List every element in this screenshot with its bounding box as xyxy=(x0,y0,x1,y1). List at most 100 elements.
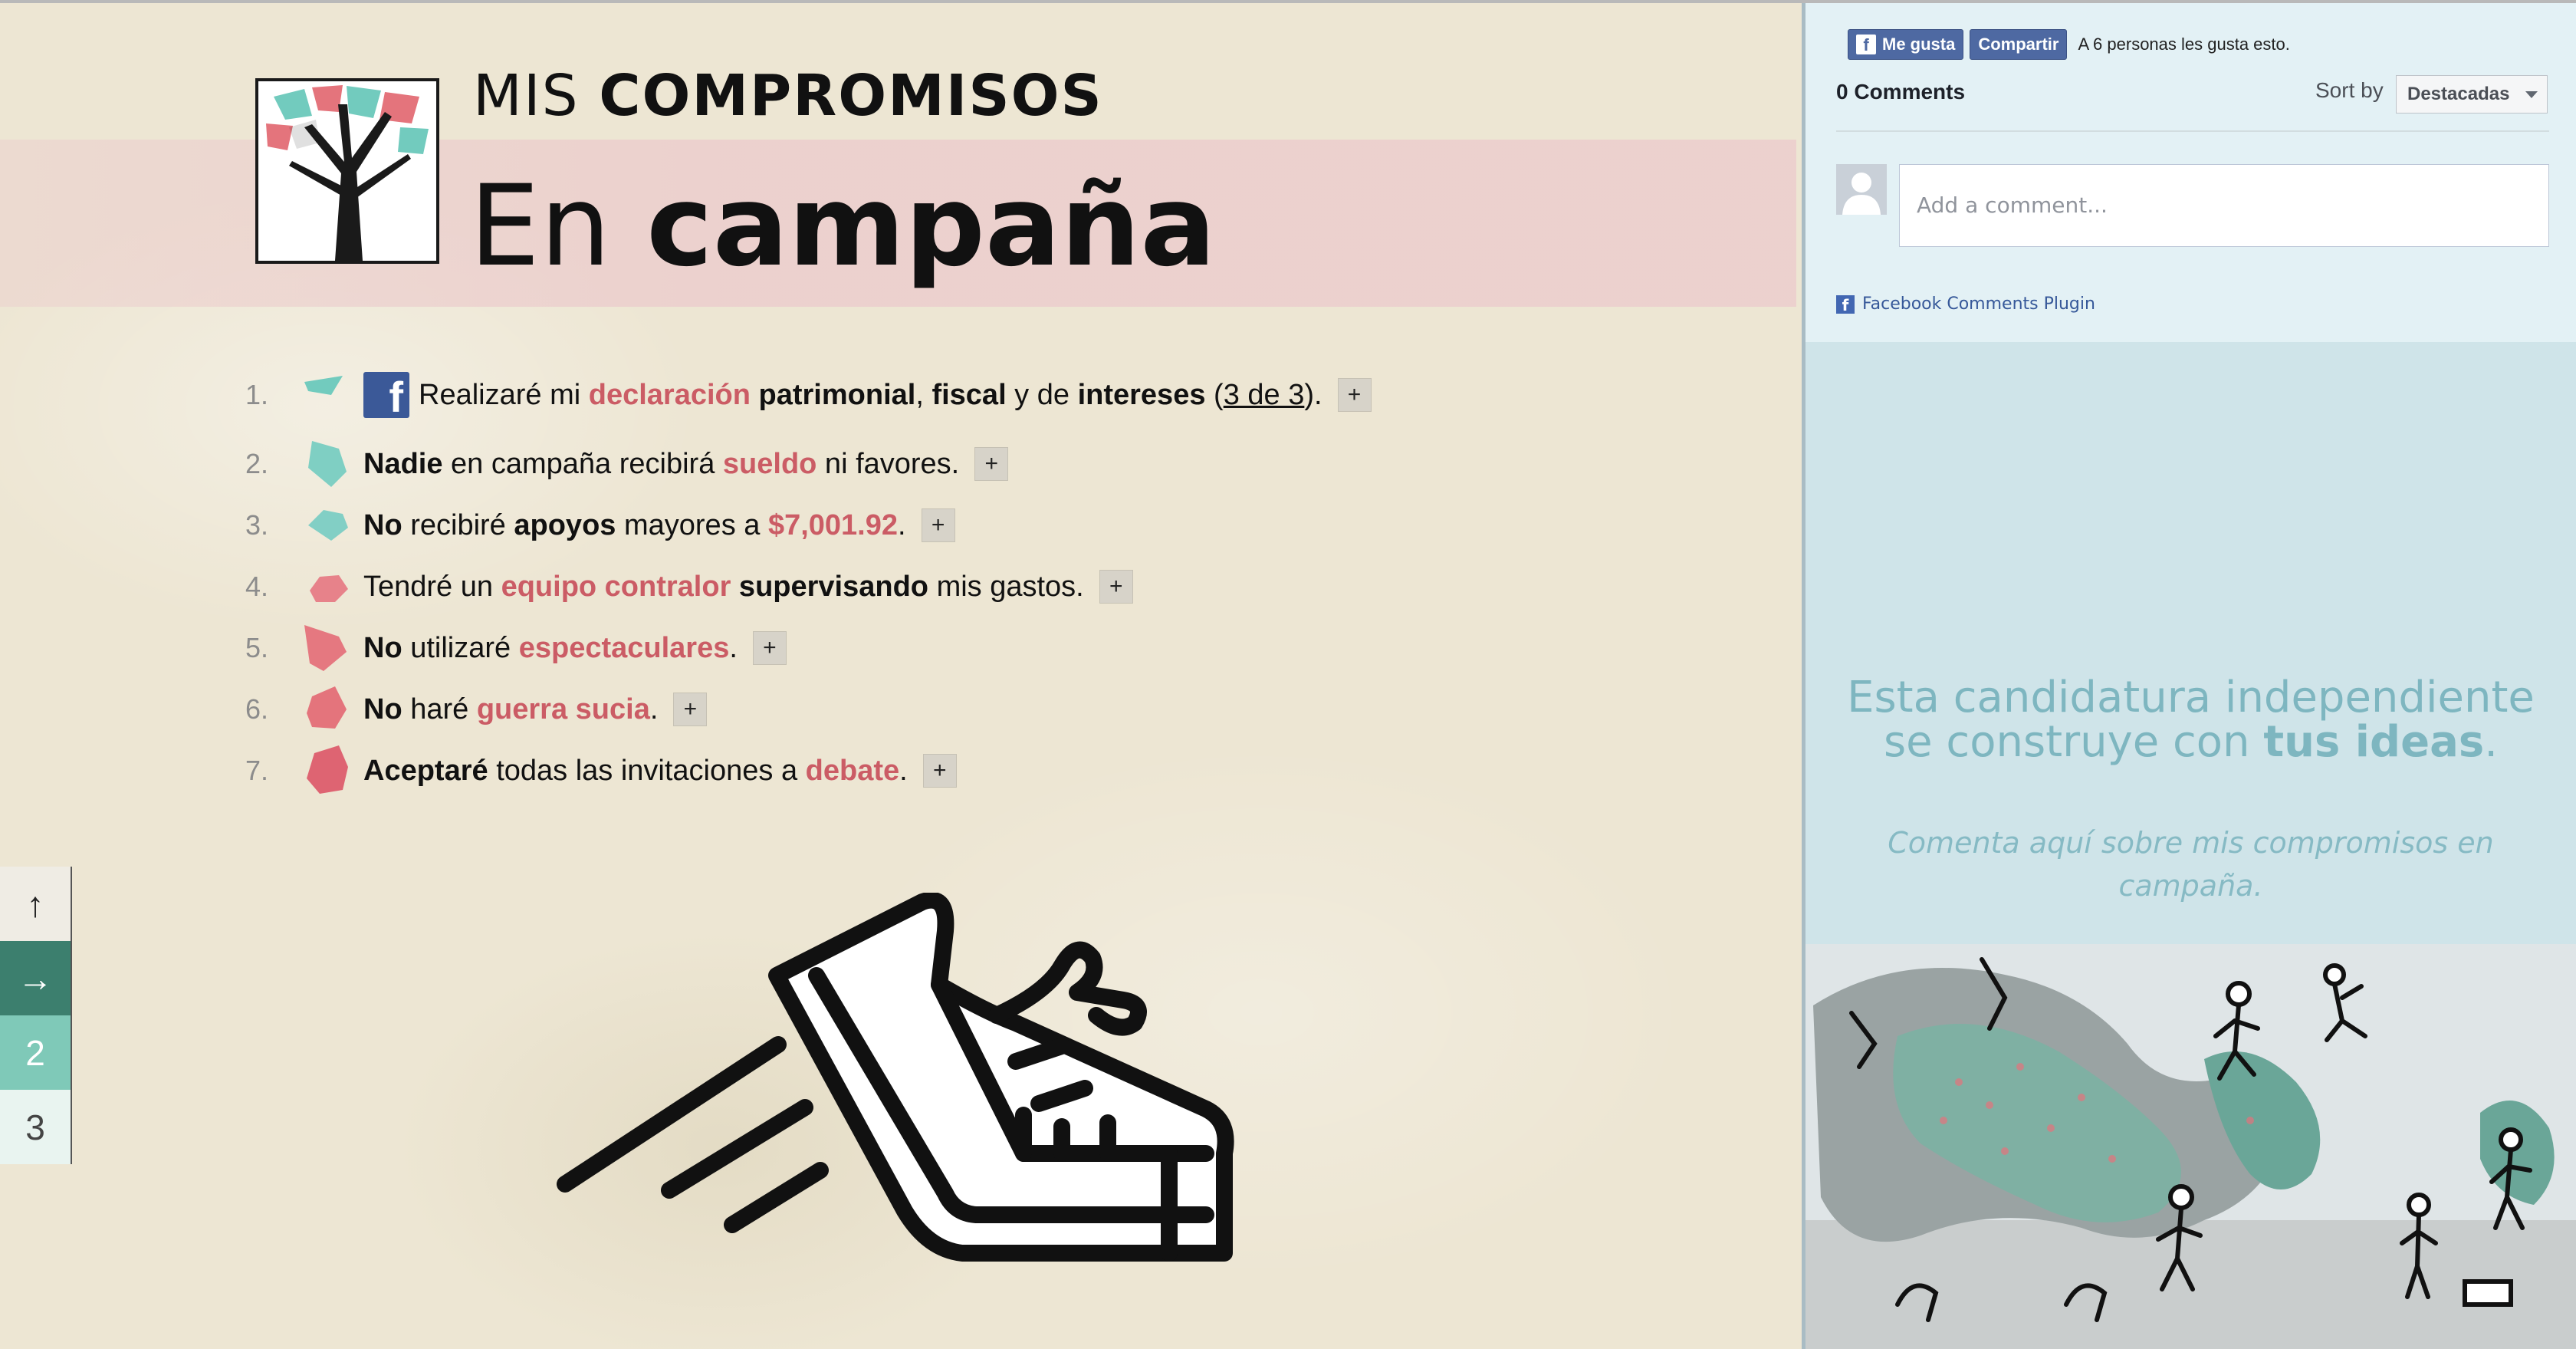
fb-like-button[interactable]: f Me gusta xyxy=(1848,29,1964,60)
commitment-text-part: ni favores. xyxy=(816,447,960,480)
commitment-text-part: Tendré un xyxy=(363,570,501,603)
avatar xyxy=(1836,164,1887,215)
commitment-text-part: ). xyxy=(1304,378,1322,411)
fb-plugin-label: Facebook Comments Plugin xyxy=(1862,294,2095,314)
promo-line-1: Esta candidatura independiente xyxy=(1847,673,2535,722)
commitment-text: Aceptaré todas las invitaciones a debate… xyxy=(363,755,908,788)
commitment-text: No recibiré apoyos mayores a $7,001.92. xyxy=(363,509,906,542)
nav-up-button[interactable]: ↑ xyxy=(0,867,72,941)
page-title: En campaña xyxy=(469,170,1216,282)
commitment-link[interactable]: 3 de 3 xyxy=(1224,379,1305,411)
expand-button[interactable]: + xyxy=(921,508,955,542)
commitment-text-part: fiscal xyxy=(932,378,1007,411)
commitment-text: Tendré un equipo contralor supervisando … xyxy=(363,571,1084,604)
polygon-bullet-icon xyxy=(301,621,354,675)
fb-share-label: Compartir xyxy=(1978,35,2059,54)
promo-line-2: se construye con tus ideas. xyxy=(1806,720,2576,765)
promo-panel: Esta candidatura independiente se constr… xyxy=(1806,342,2576,944)
expand-button[interactable]: + xyxy=(752,631,787,665)
side-nav: ↑ → 2 3 xyxy=(0,867,72,1164)
commitment-text-part: , xyxy=(915,378,932,411)
commitment-text-part: utilizaré xyxy=(402,631,519,664)
chevron-down-icon xyxy=(2525,91,2538,98)
commitment-item: 2. Nadie en campaña recibirá sueldo ni fa… xyxy=(222,437,1009,491)
eyebrow-bold: COMPROMISOS xyxy=(599,63,1103,129)
promo-title: Esta candidatura independiente se constr… xyxy=(1806,676,2576,765)
commitment-text-part: espectaculares xyxy=(518,631,730,664)
facebook-icon[interactable]: f xyxy=(363,372,409,418)
expand-button[interactable]: + xyxy=(974,447,1009,481)
commitment-text: No haré guerra sucia. xyxy=(363,693,658,726)
commitment-text: No utilizaré espectaculares. xyxy=(363,632,738,665)
fb-sort-label: Sort by xyxy=(2315,78,2384,102)
commitment-text-part: ( xyxy=(1205,378,1224,411)
right-panel: f Me gusta Compartir A 6 personas les gu… xyxy=(1802,3,2576,1349)
polygon-bullet-icon xyxy=(301,560,354,614)
commitment-item: 5. No utilizaré espectaculares. + xyxy=(222,623,787,673)
running-shoe-icon xyxy=(557,893,1234,1262)
promo-subtitle-2: campaña. xyxy=(2118,869,2263,903)
promo-line-2-bold: tus ideas xyxy=(2263,717,2485,767)
nav-page-2[interactable]: 2 xyxy=(0,1015,72,1090)
commitment-number: 1. xyxy=(245,379,268,410)
polygon-bullet-icon xyxy=(301,498,354,552)
commitment-item: 7. Aceptaré todas las invitaciones a deba… xyxy=(222,745,957,796)
mexico-map-illustration xyxy=(1806,944,2576,1349)
commitment-text-part: apoyos xyxy=(514,508,616,541)
user-silhouette-icon xyxy=(1836,164,1887,215)
title-light: En xyxy=(469,161,611,291)
polygon-bullet-icon xyxy=(301,437,354,491)
main-panel: MIS COMPROMISOS En campaña 1. f Realizaré … xyxy=(0,3,1802,1349)
commitment-text-part: sueldo xyxy=(722,447,817,480)
expand-button[interactable]: + xyxy=(922,754,957,788)
tree-trunk xyxy=(289,104,411,261)
section-eyebrow: MIS COMPROMISOS xyxy=(473,63,1103,129)
commitment-text-part: intereses xyxy=(1077,378,1206,411)
commitment-text-part: patrimonial xyxy=(750,378,916,411)
commitment-text-part: guerra sucia xyxy=(476,693,650,725)
commitment-text-part: . xyxy=(898,508,906,541)
expand-button[interactable]: + xyxy=(1337,378,1372,412)
title-bold: campaña xyxy=(646,161,1216,291)
commitment-text-part: en campaña recibirá xyxy=(442,447,723,480)
commitment-text-part: declaración xyxy=(588,378,751,411)
nav-next-button[interactable]: → xyxy=(0,941,72,1015)
commitment-number: 4. xyxy=(245,571,268,602)
commitment-text-part: recibiré xyxy=(402,508,514,541)
expand-button[interactable]: + xyxy=(1099,570,1133,604)
commitment-item: 3. No recibiré apoyos mayores a $7,001.92… xyxy=(222,500,955,551)
promo-subtitle-1: Comenta aquí sobre mis compromisos en xyxy=(1888,826,2494,860)
commitment-text: Realizaré mi declaración patrimonial, fi… xyxy=(419,379,1322,412)
fb-plugin-link[interactable]: f Facebook Comments Plugin xyxy=(1836,294,2095,314)
commitment-item: 6. No haré guerra sucia. + xyxy=(222,683,708,736)
facebook-icon: f xyxy=(1836,294,1855,314)
commitment-text-part: equipo contralor xyxy=(501,570,731,603)
commitment-text-part: No xyxy=(363,508,402,541)
commitment-text-part: . xyxy=(729,631,738,664)
fb-share-button[interactable]: Compartir xyxy=(1970,29,2068,60)
commitment-text-part: . xyxy=(649,693,659,725)
commitment-text-part: $7,001.92 xyxy=(767,508,899,541)
commitment-text-part: debate xyxy=(805,754,900,787)
fb-sort-dropdown[interactable]: Destacadas xyxy=(2396,75,2548,114)
polygon-bullet-icon xyxy=(301,368,354,422)
commitment-text-part: Aceptaré xyxy=(363,754,488,787)
commitment-number: 6. xyxy=(245,693,268,725)
facebook-comments: f Me gusta Compartir A 6 personas les gu… xyxy=(1806,3,2576,342)
commitment-text-part: haré xyxy=(402,693,477,725)
comment-input[interactable]: Add a comment... xyxy=(1899,164,2549,247)
fb-like-bar: f Me gusta Compartir A 6 personas les gu… xyxy=(1848,29,2290,60)
commitment-text-part: No xyxy=(363,693,402,725)
polygon-bullet-icon xyxy=(301,683,354,736)
eyebrow-light: MIS xyxy=(473,63,580,129)
expand-button[interactable]: + xyxy=(673,693,708,726)
commitment-number: 3. xyxy=(245,509,268,541)
commitment-text-part: mis gastos. xyxy=(928,570,1084,603)
commitment-text-part: todas las invitaciones a xyxy=(488,754,806,787)
polygon-bullet-icon xyxy=(301,744,354,798)
nav-page-3[interactable]: 3 xyxy=(0,1090,72,1164)
commitment-text-part: . xyxy=(899,754,908,787)
fb-like-label: Me gusta xyxy=(1882,35,1956,54)
fb-comment-count: 0 Comments xyxy=(1836,80,1966,104)
facebook-icon: f xyxy=(1856,35,1876,54)
